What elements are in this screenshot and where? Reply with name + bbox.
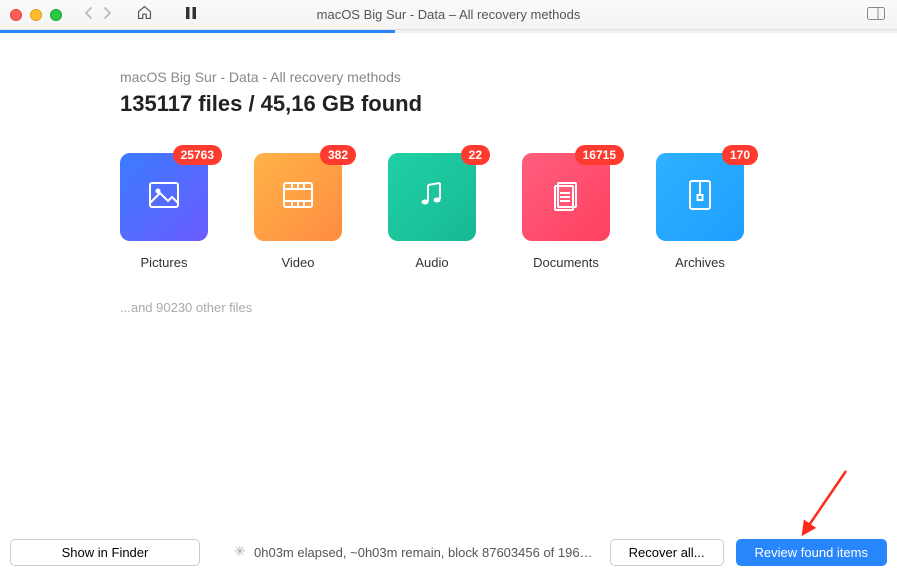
archives-label: Archives [675,255,725,270]
documents-label: Documents [533,255,599,270]
audio-icon [412,175,452,220]
video-label: Video [281,255,314,270]
window-controls [10,9,62,21]
footer: Show in Finder 0h03m elapsed, ~0h03m rem… [10,539,887,566]
category-archives[interactable]: 170 Archives [656,153,744,270]
pictures-tile: 25763 [120,153,208,241]
minimize-icon[interactable] [30,9,42,21]
documents-badge: 16715 [575,145,624,165]
zoom-icon[interactable] [50,9,62,21]
panel-toggle-icon[interactable] [867,7,885,23]
video-icon [278,175,318,220]
recover-all-button[interactable]: Recover all... [610,539,724,566]
category-documents[interactable]: 16715 Documents [522,153,610,270]
review-found-items-button[interactable]: Review found items [736,539,887,566]
audio-tile: 22 [388,153,476,241]
summary-heading: 135117 files / 45,16 GB found [120,91,777,117]
breadcrumb: macOS Big Sur - Data - All recovery meth… [120,69,777,85]
progress-bar [0,30,897,33]
audio-badge: 22 [461,145,490,165]
spinner-icon [234,546,248,560]
archives-icon [680,175,720,220]
other-files-text: ...and 90230 other files [120,300,777,315]
back-button[interactable] [84,6,94,24]
status-text: 0h03m elapsed, ~0h03m remain, block 8760… [254,545,593,560]
annotation-arrow-icon [791,466,861,546]
video-tile: 382 [254,153,342,241]
pause-button[interactable] [185,6,197,23]
archives-badge: 170 [722,145,758,165]
pictures-badge: 25763 [173,145,222,165]
window-title: macOS Big Sur - Data – All recovery meth… [317,7,581,22]
status-area: 0h03m elapsed, ~0h03m remain, block 8760… [234,545,598,560]
progress-fill [0,30,395,33]
category-pictures[interactable]: 25763 Pictures [120,153,208,270]
documents-icon [546,175,586,220]
categories-row: 25763 Pictures 382 Video 22 Audio 16715 Documen… [120,153,777,270]
close-icon[interactable] [10,9,22,21]
video-badge: 382 [320,145,356,165]
pictures-label: Pictures [141,255,188,270]
main-content: macOS Big Sur - Data - All recovery meth… [0,33,897,315]
titlebar: macOS Big Sur - Data – All recovery meth… [0,0,897,30]
home-button[interactable] [136,4,153,26]
documents-tile: 16715 [522,153,610,241]
forward-button[interactable] [102,6,112,24]
category-video[interactable]: 382 Video [254,153,342,270]
pictures-icon [144,175,184,220]
audio-label: Audio [415,255,448,270]
category-audio[interactable]: 22 Audio [388,153,476,270]
nav-buttons [84,6,112,24]
archives-tile: 170 [656,153,744,241]
show-in-finder-button[interactable]: Show in Finder [10,539,200,566]
